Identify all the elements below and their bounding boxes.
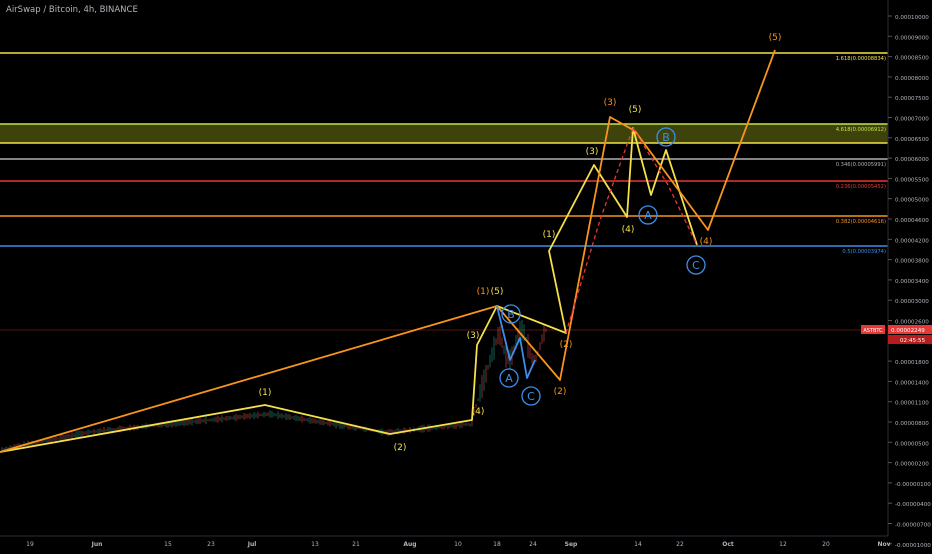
wave-label: (3) — [604, 98, 617, 108]
x-tick-label: Nov — [877, 541, 890, 548]
fib-label: 0.346(0.00005991) — [836, 162, 886, 168]
wave-label: (1) — [543, 230, 556, 240]
elliott-wave-chart[interactable]: 1.618(0.00008834) 4.618(0.00006912) 0.346(… — [0, 0, 932, 550]
fib-label: 0.5(0.00003974) — [842, 249, 886, 255]
wave-label: (4) — [472, 407, 485, 417]
wave-label: (2) — [394, 443, 407, 453]
x-tick-label: 23 — [207, 541, 215, 548]
x-tick-label: 24 — [529, 541, 537, 548]
abc-label: A — [644, 209, 652, 222]
wave-label: (5) — [629, 105, 642, 115]
y-tick-label: 0.00005500 — [895, 177, 929, 183]
wave-label: (1) — [259, 388, 272, 398]
x-tick-label: 18 — [493, 541, 501, 548]
x-tick-label: Oct — [722, 541, 734, 548]
x-tick-label: Aug — [403, 541, 416, 548]
chart-area[interactable]: 1.618(0.00008834) 4.618(0.00006912) 0.346(… — [0, 0, 932, 550]
y-tick-label: 0.00001800 — [895, 360, 929, 366]
y-tick-label: 0.00009000 — [895, 35, 929, 41]
x-tick-label: 12 — [779, 541, 787, 548]
y-tick-label: 0.00007500 — [895, 96, 929, 102]
y-tick-label: 0.00002600 — [895, 320, 929, 326]
wave-label: (4) — [700, 237, 713, 247]
x-tick-label: 15 — [164, 541, 172, 548]
wave-label: (4) — [622, 225, 635, 235]
fib-zone-band — [0, 124, 888, 143]
abc-label: B — [662, 131, 670, 144]
fib-label: 0.236(0.00005452) — [836, 184, 886, 190]
y-tick-label: 0.00000200 — [895, 462, 929, 468]
x-tick-label: Jul — [247, 541, 257, 548]
price-badge-text: 0.00002249 — [891, 328, 925, 334]
x-tick-label: 21 — [352, 541, 360, 548]
y-tick-label: 0.00006000 — [895, 157, 929, 163]
fib-bands — [0, 124, 888, 143]
chart-background — [0, 0, 932, 550]
y-tick-label: 0.00003000 — [895, 299, 929, 305]
x-tick-label: 14 — [634, 541, 642, 548]
y-tick-label: 0.00001400 — [895, 380, 929, 386]
fib-label: 4.618(0.00006912) — [836, 127, 886, 133]
y-tick-label: -0.00000400 — [895, 502, 931, 508]
y-tick-label: -0.00000700 — [895, 523, 931, 529]
wave-label: (5) — [491, 287, 504, 297]
y-tick-label: 0.00006500 — [895, 137, 929, 143]
abc-label: B — [507, 308, 515, 321]
x-tick-label: 19 — [26, 541, 34, 548]
y-tick-label: 0.00003800 — [895, 259, 929, 265]
x-tick-label: Sep — [565, 541, 578, 548]
y-tick-label: 0.00000800 — [895, 421, 929, 427]
fib-label: 0.382(0.00004616) — [836, 219, 886, 225]
wave-label: (3) — [586, 147, 599, 157]
symbol-title: AirSwap / Bitcoin, 4h, BINANCE — [6, 5, 138, 15]
abc-label: A — [505, 372, 513, 385]
y-tick-label: 0.00005000 — [895, 198, 929, 204]
x-tick-label: 13 — [311, 541, 319, 548]
y-tick-label: 0.00004200 — [895, 238, 929, 244]
fib-label: 1.618(0.00008834) — [836, 56, 886, 62]
y-tick-label: 0.00000500 — [895, 441, 929, 447]
wave-label: (2) — [554, 387, 567, 397]
abc-label: C — [692, 259, 700, 272]
wave-label: (3) — [467, 331, 480, 341]
wave-label: (2) — [560, 340, 573, 350]
y-tick-label: -0.00000100 — [895, 482, 931, 488]
y-tick-label: 0.00008500 — [895, 56, 929, 62]
y-tick-label: 0.00008000 — [895, 76, 929, 82]
y-tick-label: 0.00001100 — [895, 401, 929, 407]
x-tick-label: 10 — [454, 541, 462, 548]
wave-label: (5) — [769, 33, 782, 43]
x-tick-label: 20 — [822, 541, 830, 548]
abc-label: C — [527, 390, 535, 403]
symbol-badge-text: ASTBTC — [863, 328, 883, 334]
y-tick-label: 0.00010000 — [895, 15, 929, 21]
x-tick-label: Jun — [91, 541, 103, 548]
y-tick-label: 0.00003400 — [895, 279, 929, 285]
y-tick-label: 0.00007000 — [895, 117, 929, 123]
countdown-text: 02:45:55 — [900, 338, 926, 344]
y-tick-label: 0.00004600 — [895, 218, 929, 224]
x-tick-label: 22 — [676, 541, 684, 548]
y-tick-label: -0.00001000 — [895, 543, 931, 549]
wave-label: (1) — [477, 287, 490, 297]
